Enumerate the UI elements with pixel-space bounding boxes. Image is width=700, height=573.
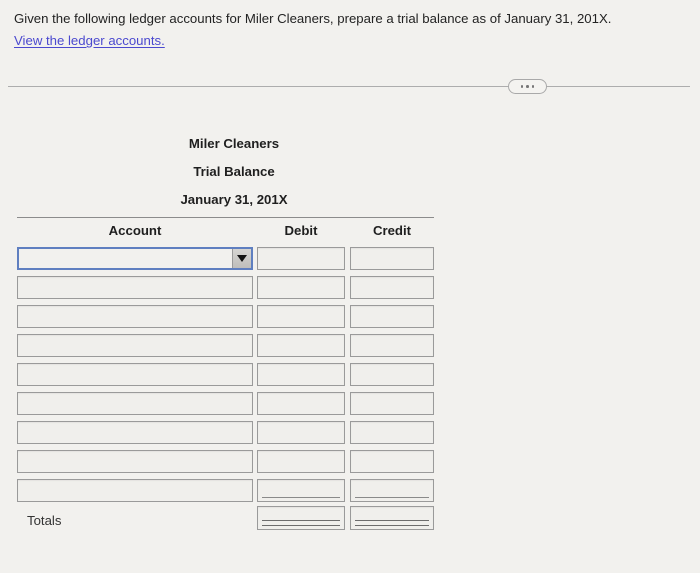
debit-input-8[interactable]: [257, 450, 345, 473]
column-headers: Account Debit Credit: [0, 218, 460, 244]
debit-input-6[interactable]: [257, 392, 345, 415]
more-options-button[interactable]: [508, 79, 547, 94]
caret-glyph: [237, 255, 247, 262]
question-text: Given the following ledger accounts for …: [14, 11, 612, 26]
credit-input-5[interactable]: [350, 363, 434, 386]
ledger-row: [0, 476, 460, 505]
column-header-credit: Credit: [372, 223, 412, 238]
company-name: Miler Cleaners: [188, 136, 280, 151]
account-select-1[interactable]: [17, 247, 253, 270]
debit-input-7[interactable]: [257, 421, 345, 444]
credit-input-7[interactable]: [350, 421, 434, 444]
ledger-row: [0, 302, 460, 331]
ledger-row: [0, 331, 460, 360]
account-input-2[interactable]: [17, 276, 253, 299]
ledger-row: [0, 418, 460, 447]
ledger-row: [0, 360, 460, 389]
statement-date: January 31, 201X: [180, 192, 288, 207]
account-input-6[interactable]: [17, 392, 253, 415]
debit-input-9[interactable]: [257, 479, 345, 502]
credit-input-1[interactable]: [350, 247, 434, 270]
debit-input-4[interactable]: [257, 334, 345, 357]
account-input-9[interactable]: [17, 479, 253, 502]
ledger-row: [0, 389, 460, 418]
ledger-row: [0, 447, 460, 476]
account-input-3[interactable]: [17, 305, 253, 328]
ledger-row: [0, 273, 460, 302]
credit-input-9[interactable]: [350, 479, 434, 502]
account-input-7[interactable]: [17, 421, 253, 444]
debit-input-5[interactable]: [257, 363, 345, 386]
double-underline-rule: [262, 520, 340, 526]
debit-input-1[interactable]: [257, 247, 345, 270]
divider-line: [8, 86, 690, 87]
debit-input-2[interactable]: [257, 276, 345, 299]
ellipsis-dot-icon: [526, 85, 529, 88]
totals-label: Totals: [27, 513, 62, 528]
credit-input-4[interactable]: [350, 334, 434, 357]
column-header-debit: Debit: [284, 223, 318, 238]
ellipsis-dot-icon: [531, 85, 535, 88]
double-underline-rule: [355, 520, 429, 526]
totals-credit-input[interactable]: [350, 506, 434, 530]
totals-debit-input[interactable]: [257, 506, 345, 530]
credit-input-6[interactable]: [350, 392, 434, 415]
account-input-5[interactable]: [17, 363, 253, 386]
prompt-area: Given the following ledger accounts for …: [0, 0, 700, 50]
single-underline-rule: [355, 497, 429, 498]
statement-heading: Miler Cleaners Trial Balance January 31,…: [0, 130, 451, 214]
single-underline-rule: [262, 497, 340, 498]
statement-title: Trial Balance: [193, 164, 275, 179]
totals-row: Totals: [0, 505, 460, 537]
credit-input-3[interactable]: [350, 305, 434, 328]
credit-input-2[interactable]: [350, 276, 434, 299]
debit-input-3[interactable]: [257, 305, 345, 328]
account-input-8[interactable]: [17, 450, 253, 473]
trial-balance-worksheet: Miler Cleaners Trial Balance January 31,…: [0, 130, 460, 537]
column-header-account: Account: [108, 223, 162, 238]
credit-input-8[interactable]: [350, 450, 434, 473]
account-input-4[interactable]: [17, 334, 253, 357]
section-divider: [0, 79, 700, 95]
ledger-row: [0, 244, 460, 273]
chevron-down-icon[interactable]: [232, 249, 251, 268]
view-ledger-accounts-link[interactable]: View the ledger accounts.: [14, 32, 165, 49]
ledger-rows: [0, 244, 460, 505]
ellipsis-dot-icon: [520, 85, 524, 88]
